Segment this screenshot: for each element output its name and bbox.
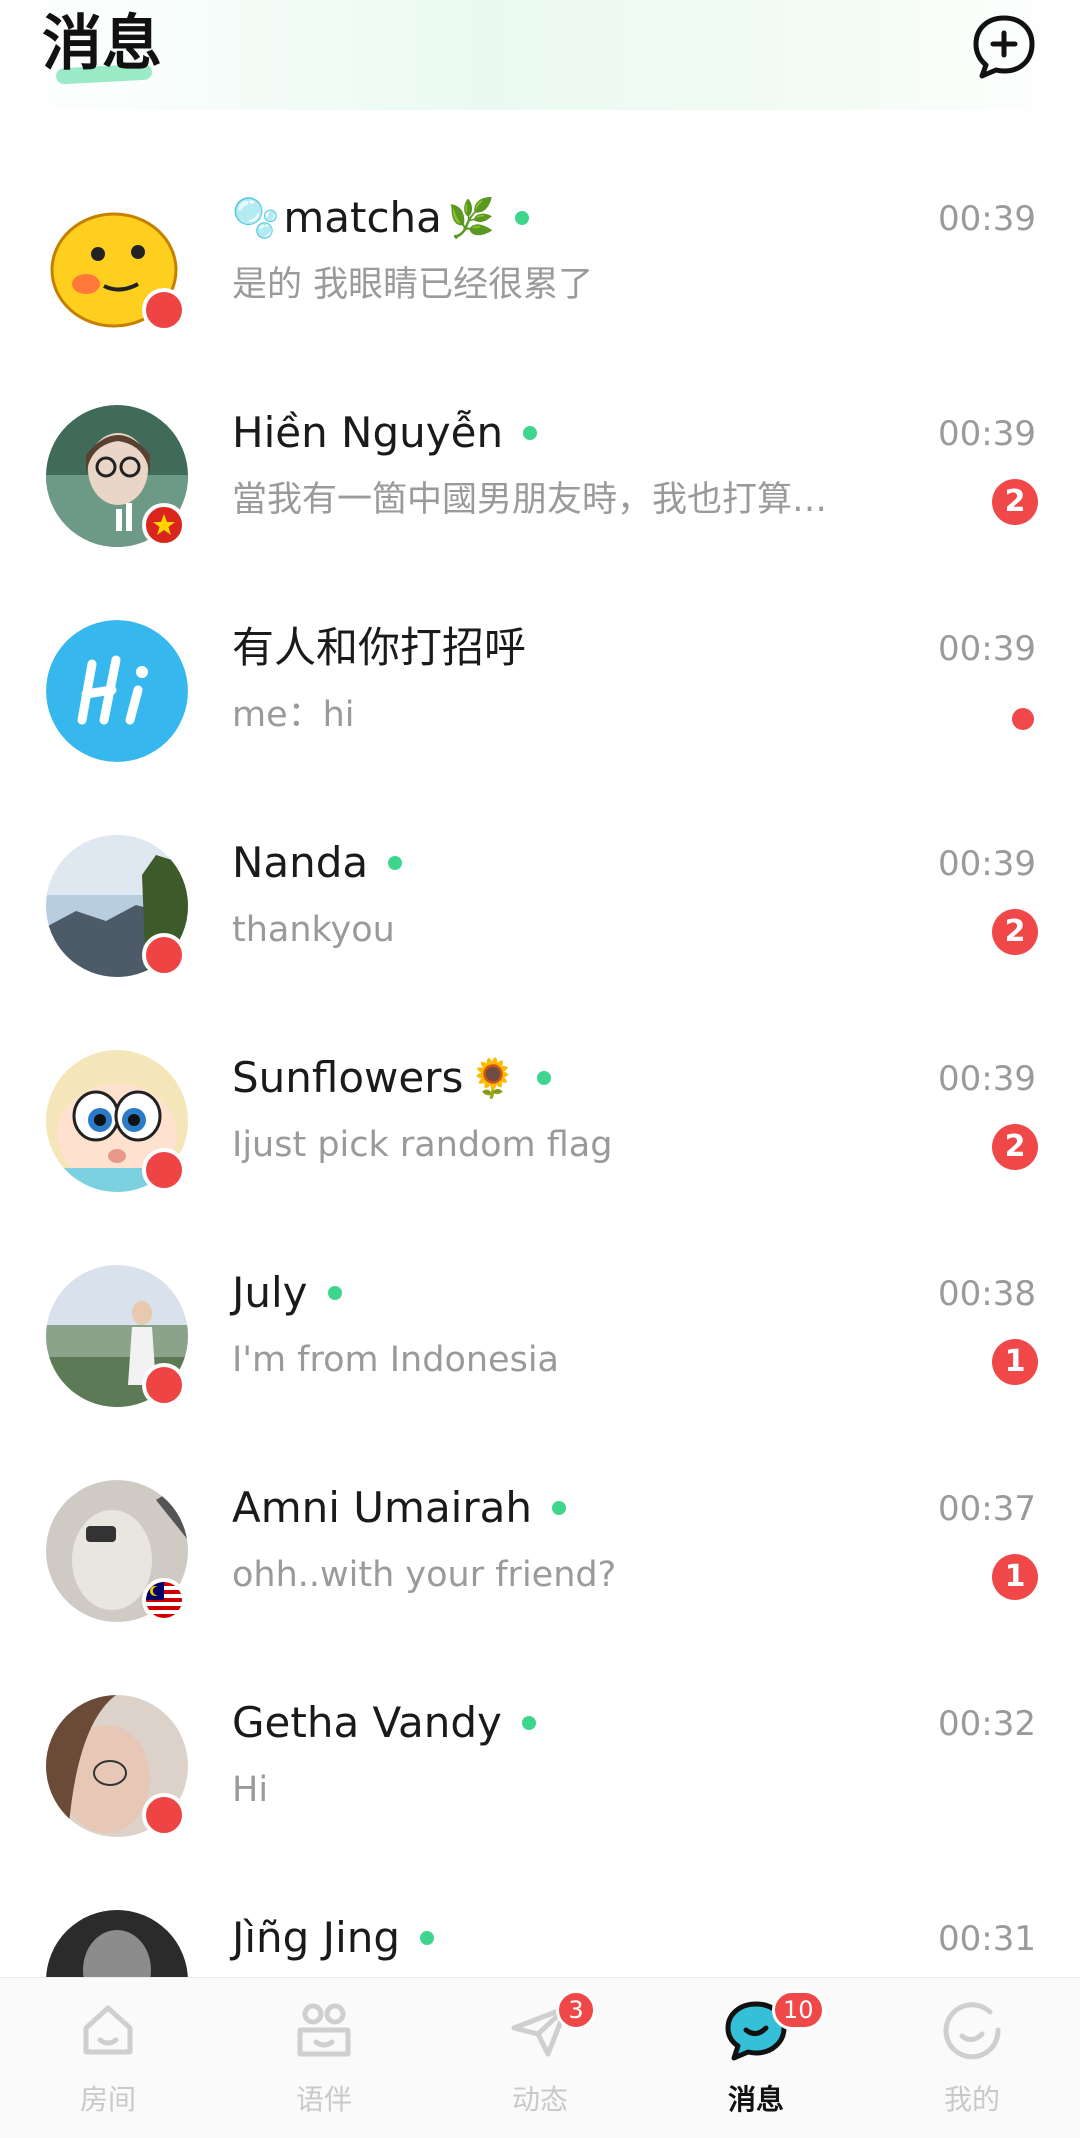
tab-label: 语伴 bbox=[295, 2083, 352, 2116]
message-time: 00:39 bbox=[938, 1059, 1036, 1099]
conversation-row-amni-umairah[interactable]: Amni Umairah ohh..with your friend? 00:3… bbox=[0, 1440, 1080, 1655]
flag-icon bbox=[146, 1582, 182, 1618]
leaf-emoji: 🌿 bbox=[447, 196, 496, 240]
message-preview: 是的 我眼睛已经很累了 bbox=[232, 265, 594, 305]
online-indicator bbox=[536, 1071, 551, 1085]
online-indicator bbox=[521, 1716, 536, 1730]
contact-name: Jìñg Jing bbox=[232, 1913, 401, 1962]
online-indicator bbox=[523, 426, 538, 440]
vietnam-flag-badge bbox=[142, 503, 186, 547]
message-preview: thankyou bbox=[232, 910, 395, 950]
tab-messages[interactable]: 消息 10 bbox=[648, 1978, 864, 2138]
message-time: 00:39 bbox=[938, 844, 1036, 884]
message-preview: I'm from Indonesia bbox=[232, 1340, 559, 1380]
room-icon bbox=[83, 2005, 133, 2055]
message-preview: Hi bbox=[232, 1770, 269, 1810]
page-title: 消息 bbox=[42, 9, 162, 79]
bubble-emoji: 🫧 bbox=[232, 196, 280, 240]
conversation-row-nanda[interactable]: Nanda thankyou 00:39 2 bbox=[0, 795, 1080, 1010]
tab-moments[interactable]: 动态 3 bbox=[432, 1978, 648, 2138]
flag-badge bbox=[142, 1793, 186, 1837]
malaysia-flag-badge bbox=[142, 1578, 186, 1622]
contact-name: 有人和你打招呼 bbox=[232, 623, 527, 672]
online-indicator bbox=[327, 1286, 342, 1300]
flag-badge bbox=[142, 288, 186, 332]
unread-count-badge: 1 bbox=[992, 1554, 1038, 1600]
message-time: 00:37 bbox=[938, 1489, 1036, 1529]
unread-count-badge: 2 bbox=[992, 479, 1038, 525]
contact-name: Hiền Nguyễn bbox=[232, 408, 504, 457]
conversation-row-hien-nguyen[interactable]: Hiền Nguyễn 當我有一箇中國男朋友時，我也打算… 00:39 2 bbox=[0, 365, 1080, 580]
message-time: 00:38 bbox=[938, 1274, 1036, 1314]
unread-count-badge: 2 bbox=[992, 1124, 1038, 1170]
message-preview: me：hi bbox=[232, 695, 355, 735]
add-chat-icon bbox=[973, 15, 1035, 79]
online-indicator bbox=[388, 856, 403, 870]
online-indicator bbox=[515, 211, 530, 225]
unread-count-badge: 1 bbox=[992, 1339, 1038, 1385]
message-time: 00:39 bbox=[938, 629, 1036, 669]
tab-partners[interactable]: 语伴 bbox=[216, 1978, 432, 2138]
moments-badge: 3 bbox=[556, 1990, 596, 2030]
contact-name: Nanda bbox=[232, 838, 369, 887]
tab-label: 我的 bbox=[943, 2083, 1000, 2116]
tab-profile[interactable]: 我的 bbox=[864, 1978, 1080, 2138]
messages-badge: 10 bbox=[772, 1990, 825, 2030]
tab-label: 动态 bbox=[511, 2083, 568, 2116]
message-time: 00:32 bbox=[938, 1704, 1036, 1744]
online-indicator bbox=[420, 1931, 435, 1945]
avatar[interactable] bbox=[46, 620, 188, 762]
header: 消息 bbox=[0, 0, 1080, 110]
message-time: 00:39 bbox=[938, 199, 1036, 239]
conversation-row-sunflowers[interactable]: Sunflowers 🌻 Ijust pick random flag 00:3… bbox=[0, 1010, 1080, 1225]
contact-name: Getha Vandy bbox=[232, 1698, 502, 1747]
message-preview: Ijust pick random flag bbox=[232, 1125, 613, 1165]
contact-name: Amni Umairah bbox=[232, 1483, 532, 1532]
contact-name: matcha bbox=[283, 193, 442, 242]
flag-badge bbox=[142, 933, 186, 977]
contact-name: July bbox=[232, 1268, 308, 1317]
message-preview: 當我有一箇中國男朋友時，我也打算… bbox=[232, 480, 828, 520]
bottom-tab-bar: 房间 语伴 动态 3 消息 10 我的 bbox=[0, 1977, 1080, 2138]
conversation-list: 🫧 matcha 🌿 是的 我眼睛已经很累了 00:39 Hiền Nguyễn… bbox=[0, 150, 1080, 2085]
tab-room[interactable]: 房间 bbox=[0, 1978, 216, 2138]
conversation-row-july[interactable]: July I'm from Indonesia 00:38 1 bbox=[0, 1225, 1080, 1440]
new-chat-button[interactable] bbox=[968, 10, 1040, 82]
message-time: 00:31 bbox=[938, 1919, 1036, 1959]
unread-dot bbox=[1012, 708, 1034, 730]
star-icon bbox=[153, 514, 175, 535]
tab-label: 房间 bbox=[79, 2083, 136, 2116]
message-time: 00:39 bbox=[938, 414, 1036, 454]
conversation-row-matcha[interactable]: 🫧 matcha 🌿 是的 我眼睛已经很累了 00:39 bbox=[0, 150, 1080, 365]
message-preview: ohh..with your friend? bbox=[232, 1555, 617, 1595]
online-indicator bbox=[551, 1501, 566, 1515]
hi-greeting-icon bbox=[46, 620, 188, 762]
conversation-row-greetings[interactable]: 有人和你打招呼 me：hi 00:39 bbox=[0, 580, 1080, 795]
flag-badge bbox=[142, 1363, 186, 1407]
flag-badge bbox=[142, 1148, 186, 1192]
profile-icon bbox=[943, 2002, 1001, 2060]
conversation-row-getha-vandy[interactable]: Getha Vandy Hi 00:32 bbox=[0, 1655, 1080, 1870]
contact-name: Sunflowers bbox=[232, 1053, 464, 1102]
unread-count-badge: 2 bbox=[992, 909, 1038, 955]
sunflower-emoji: 🌻 bbox=[469, 1056, 517, 1100]
tab-label: 消息 bbox=[727, 2083, 784, 2116]
partners-icon bbox=[297, 2003, 351, 2057]
